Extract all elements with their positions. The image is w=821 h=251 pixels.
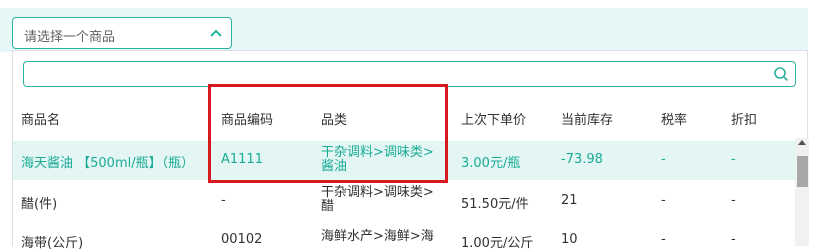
product-select-placeholder: 请选择一个商品 xyxy=(24,30,116,45)
cell-code: 00102 xyxy=(221,232,263,247)
scrollbar-thumb[interactable] xyxy=(797,156,808,187)
column-header-stock: 当前库存 xyxy=(561,113,614,128)
cell-last-price: 51.50元/件 xyxy=(461,197,529,212)
cell-category-line2: 醋 xyxy=(321,199,335,214)
cell-category: 海鲜水产>海鲜>海 xyxy=(321,229,434,244)
column-header-discount: 折扣 xyxy=(731,113,758,128)
scroll-up-arrow-icon[interactable] xyxy=(798,140,806,145)
cell-tax: - xyxy=(661,193,666,208)
cell-name: 海带(公斤) xyxy=(21,236,84,251)
top-band xyxy=(0,0,821,8)
cell-category-line1: 干杂调料>调味类> xyxy=(321,185,434,200)
cell-discount: - xyxy=(731,232,736,247)
cell-category: 干杂调料>调味类> 醋 xyxy=(321,186,434,214)
cell-last-price: 3.00元/瓶 xyxy=(461,156,521,171)
cell-tax: - xyxy=(661,232,666,247)
table-scrollbar[interactable] xyxy=(795,138,809,246)
cell-discount: - xyxy=(731,152,736,167)
cell-stock: -73.98 xyxy=(561,152,603,167)
cell-discount: - xyxy=(731,193,736,208)
cell-name: 醋(件) xyxy=(21,197,58,212)
column-header-last-price: 上次下单价 xyxy=(461,113,527,128)
column-header-tax: 税率 xyxy=(661,113,688,128)
cell-stock: 10 xyxy=(561,232,578,247)
cell-name: 海天酱油 【500ml/瓶】（瓶） xyxy=(21,156,195,171)
annotation-highlight-box xyxy=(208,84,448,183)
cell-code: - xyxy=(221,193,226,208)
column-header-name: 商品名 xyxy=(21,113,61,128)
chevron-up-icon[interactable] xyxy=(209,26,223,40)
product-select[interactable]: 请选择一个商品 xyxy=(12,17,232,49)
cell-tax: - xyxy=(661,152,666,167)
search-icon[interactable] xyxy=(773,66,789,82)
cell-stock: 21 xyxy=(561,193,578,208)
cell-last-price: 1.00元/公斤 xyxy=(461,236,534,251)
